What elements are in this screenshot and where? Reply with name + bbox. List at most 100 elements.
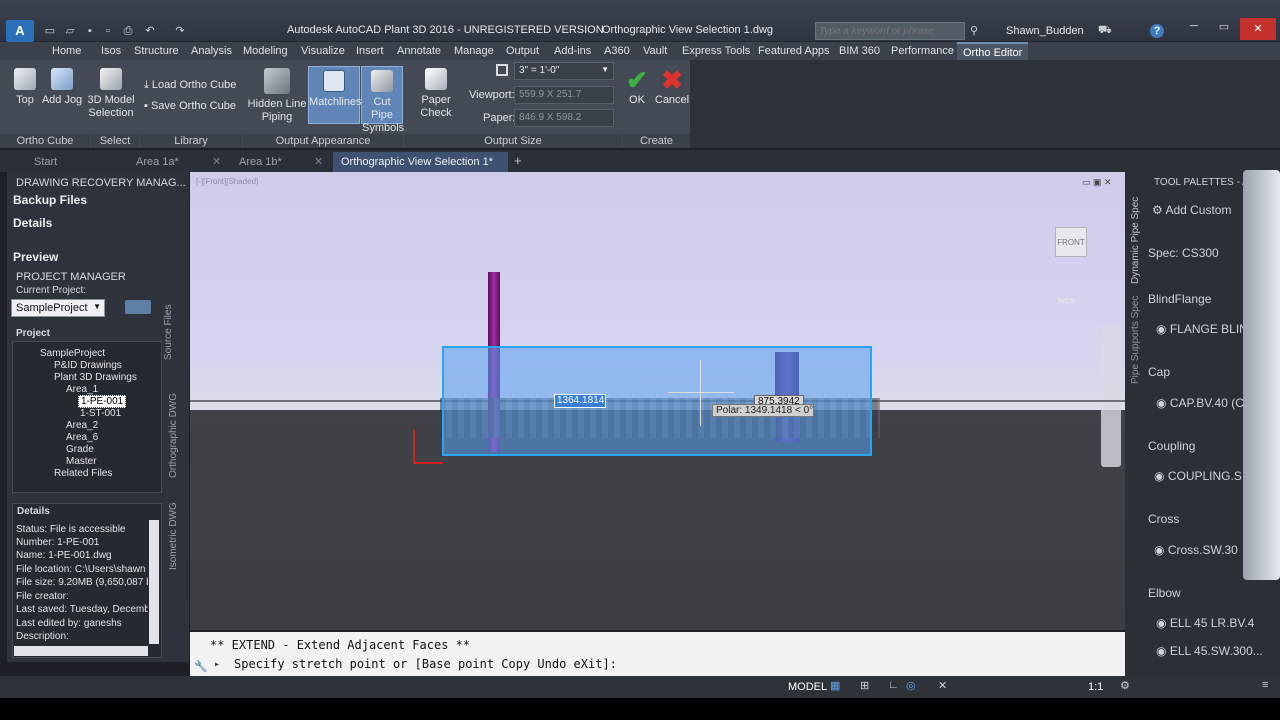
cmd-close-icon[interactable]: ✕ (194, 642, 203, 655)
command-prompt[interactable]: Specify stretch point or [Base point Cop… (234, 657, 617, 671)
ribbon-tab-addins[interactable]: Add-ins (554, 45, 591, 57)
ribbon-tab-a360[interactable]: A360 (604, 45, 630, 57)
redo-icon[interactable]: ↷ (172, 24, 188, 38)
app-logo-icon[interactable]: A (6, 20, 34, 42)
preview-header[interactable]: Preview (13, 250, 58, 264)
open-icon[interactable]: ▱ (62, 24, 78, 38)
matchlines-button[interactable]: Matchlines (308, 66, 362, 124)
ribbon-tab-featured[interactable]: Featured Apps (758, 45, 830, 57)
annotation-scale[interactable]: 1:1 (1088, 681, 1103, 693)
undo-icon[interactable]: ↶ (142, 24, 158, 38)
side-tab-source-files[interactable]: Source Files (163, 304, 174, 360)
dimension-input[interactable]: 1364.1814 (554, 394, 606, 408)
tab-ortho-view[interactable]: Orthographic View Selection 1* (333, 152, 508, 172)
side-tab-iso-dwg[interactable]: Isometric DWG (168, 502, 179, 570)
ribbon-tab-express[interactable]: Express Tools (682, 45, 750, 57)
backup-files-header[interactable]: Backup Files (13, 193, 87, 207)
cancel-button[interactable]: ✖ Cancel (654, 66, 690, 107)
tree-item[interactable]: Area_6 (66, 432, 98, 443)
ortho-cube-selection[interactable] (442, 346, 872, 456)
ribbon-tab-insert[interactable]: Insert (356, 45, 384, 57)
ok-button[interactable]: ✔ OK (622, 66, 652, 107)
save-icon[interactable]: ▪ (82, 24, 98, 38)
paper-check-button[interactable]: Paper Check (406, 68, 466, 120)
nav-bar[interactable] (1101, 325, 1121, 467)
tree-item[interactable]: Area_2 (66, 420, 98, 431)
minimize-button[interactable]: ─ (1180, 20, 1208, 40)
hidden-line-piping-button[interactable]: Hidden Line Piping (247, 68, 307, 124)
ribbon-tab-output[interactable]: Output (506, 45, 539, 57)
details-hscrollbar[interactable] (14, 646, 148, 656)
palette-item-cap[interactable]: ◉ CAP.BV.40 (C (1156, 396, 1244, 410)
binoculars-icon[interactable]: ⚲ (970, 24, 978, 37)
help-icon[interactable]: ? (1150, 24, 1164, 38)
polar-icon[interactable]: ◎ (906, 679, 916, 692)
cut-pipe-symbols-button[interactable]: Cut Pipe Symbols (361, 66, 404, 134)
tree-item[interactable]: 1-ST-001 (80, 408, 121, 419)
tab-start[interactable]: Start (26, 152, 126, 172)
maximize-button[interactable]: ▭ (1210, 20, 1238, 40)
ribbon-tab-home[interactable]: Home (52, 45, 81, 57)
ribbon-tab-manage[interactable]: Manage (454, 45, 494, 57)
ribbon-tab-structure[interactable]: Structure (134, 45, 179, 57)
tree-item[interactable]: SampleProject (40, 348, 105, 359)
settings-icon[interactable]: ⚙ (1120, 679, 1130, 692)
close-button[interactable]: ✕ (1240, 18, 1276, 40)
ribbon-tab-annotate[interactable]: Annotate (397, 45, 441, 57)
project-settings-icon[interactable] (125, 300, 151, 314)
palette-item-coupling[interactable]: ◉ COUPLING.S (1154, 469, 1242, 483)
osnap-icon[interactable]: ✕ (938, 679, 947, 692)
ribbon-tab-vault[interactable]: Vault (643, 45, 667, 57)
paper-size-field[interactable]: 846.9 X 598.2 (514, 109, 614, 127)
viewport-label[interactable]: [-][Front][Shaded] (196, 177, 258, 186)
tree-item[interactable]: Area_1 (66, 384, 98, 395)
ribbon-tab-analysis[interactable]: Analysis (191, 45, 232, 57)
add-custom-button[interactable]: ⚙ Add Custom (1152, 203, 1231, 217)
grid-icon[interactable]: ▦ (830, 679, 840, 692)
viewcube-front[interactable]: FRONT (1055, 227, 1087, 257)
palette-item-elbow-sw[interactable]: ◉ ELL 45.SW.300... (1156, 644, 1263, 658)
palette-side-tab-dynamic[interactable]: Dynamic Pipe Spec (1130, 197, 1141, 284)
details-header[interactable]: Details (13, 216, 52, 230)
model-selection-button[interactable]: 3D Model Selection (86, 68, 136, 120)
palette-item-flange[interactable]: ◉ FLANGE BLIN (1156, 322, 1248, 336)
load-ortho-cube-button[interactable]: ⤓ Load Ortho Cube (144, 79, 236, 92)
snap-icon[interactable]: ⊞ (860, 679, 869, 692)
new-icon[interactable]: ▭ (42, 24, 58, 38)
ortho-icon[interactable]: ∟ (888, 679, 899, 691)
viewport-controls[interactable]: ▭ ▣ ✕ (1082, 177, 1112, 188)
print-icon[interactable]: ⎙ (120, 24, 136, 38)
tree-item[interactable]: Grade (66, 444, 94, 455)
palette-item-cross[interactable]: ◉ Cross.SW.30 (1154, 543, 1238, 557)
scale-select[interactable]: 3" = 1'-0" ▼ (514, 62, 614, 80)
close-tab-icon[interactable]: ✕ (314, 155, 323, 168)
ribbon-tab-ortho-editor[interactable]: Ortho Editor (957, 42, 1029, 60)
palette-icon-strip[interactable] (1243, 170, 1280, 580)
saveas-icon[interactable]: ▫ (100, 24, 116, 38)
model-space-button[interactable]: MODEL (788, 681, 827, 693)
wcs-label[interactable]: WCS (1058, 298, 1074, 305)
ribbon-tab-performance[interactable]: Performance (891, 45, 954, 57)
customize-icon[interactable]: ≡ (1262, 679, 1268, 691)
ribbon-tab-modeling[interactable]: Modeling (243, 45, 288, 57)
search-input[interactable] (815, 22, 965, 40)
ribbon-tab-isos[interactable]: Isos (101, 45, 121, 57)
palette-item-elbow[interactable]: ◉ ELL 45 LR.BV.4 (1156, 616, 1254, 630)
tree-item-selected[interactable]: 1-PE-001 (78, 395, 127, 408)
viewport-size-field[interactable]: 559.9 X 251.7 (514, 86, 614, 104)
add-jog-button[interactable]: Add Jog (40, 68, 84, 107)
save-ortho-cube-button[interactable]: ▪ Save Ortho Cube (144, 100, 236, 113)
tree-item[interactable]: Master (66, 456, 97, 467)
tree-item[interactable]: Plant 3D Drawings (54, 372, 137, 383)
current-project-select[interactable]: SampleProject ▼ (11, 299, 105, 317)
palette-side-tab-supports[interactable]: Pipe Supports Spec (1130, 296, 1141, 384)
cart-icon[interactable]: ⛟ (1098, 24, 1112, 38)
ribbon-tab-visualize[interactable]: Visualize (301, 45, 345, 57)
tree-item[interactable]: P&ID Drawings (54, 360, 122, 371)
new-tab-icon[interactable]: + (514, 153, 522, 168)
user-name[interactable]: Shawn_Budden (1006, 25, 1084, 37)
ribbon-tab-bim360[interactable]: BIM 360 (839, 45, 880, 57)
command-line[interactable]: ** EXTEND - Extend Adjacent Faces ** Spe… (190, 632, 1125, 676)
details-scrollbar[interactable] (149, 520, 159, 644)
tree-item[interactable]: Related Files (54, 468, 112, 479)
